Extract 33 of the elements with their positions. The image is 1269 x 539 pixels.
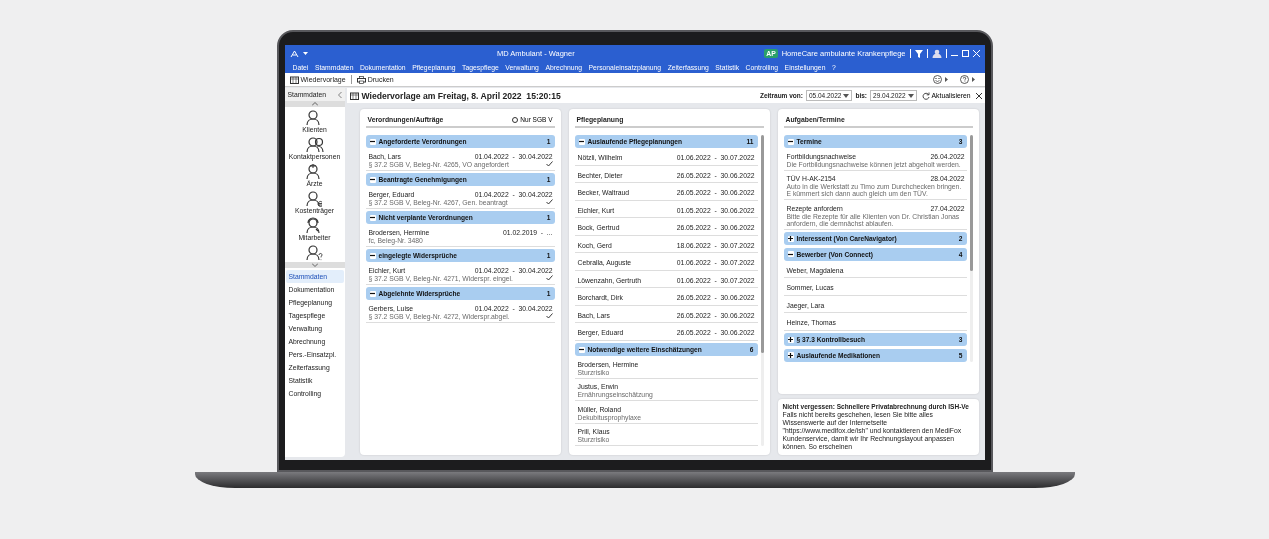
collapse-icon[interactable] [369,138,376,145]
expand-icon[interactable] [787,352,794,358]
caret-icon[interactable] [944,77,948,82]
filter-icon[interactable] [914,49,923,58]
collapse-icon[interactable] [787,138,794,145]
person-icon[interactable] [304,136,325,153]
refresh-icon [921,91,930,100]
caret-icon [907,93,914,98]
expand-icon[interactable] [787,336,794,343]
scrollbar[interactable] [969,135,973,362]
person-icon[interactable] [304,244,325,261]
collapse-icon[interactable] [369,214,376,221]
scrollbar[interactable] [760,135,764,446]
maximize-icon[interactable] [961,50,969,57]
collapse-icon[interactable] [369,290,376,297]
user-icon[interactable] [931,49,942,58]
calendar-icon [349,91,359,100]
collapse-icon[interactable] [369,176,376,183]
expand-icon[interactable] [787,235,794,242]
collapse-icon[interactable] [578,138,585,145]
smiley-icon[interactable] [932,75,942,84]
page-title: Wiedervorlage am Freitag, 8. April 2022 15:20:15 [361,90,562,101]
close-icon[interactable] [975,92,982,99]
logo-icon [289,49,299,58]
calendar-icon [289,75,299,84]
help-icon[interactable] [959,75,969,84]
caret-icon[interactable] [302,52,308,55]
person-icon[interactable] [304,190,325,207]
collapse-icon[interactable] [369,252,376,259]
caret-icon[interactable] [971,77,975,82]
collapse-icon[interactable] [787,251,794,257]
collapse-icon[interactable] [578,346,585,353]
caret-icon [843,93,850,98]
